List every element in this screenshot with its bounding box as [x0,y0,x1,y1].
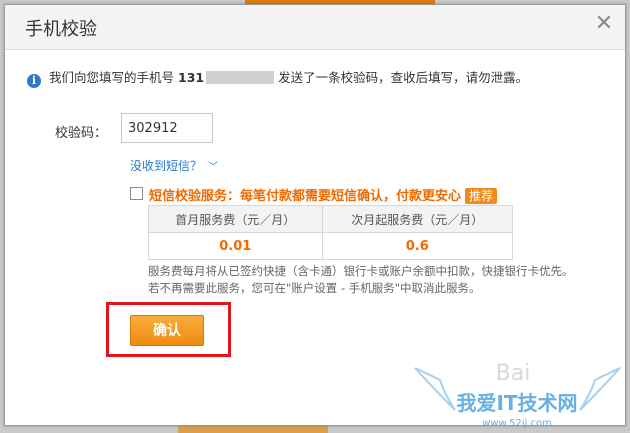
sms-service-text: 短信校验服务：每笔付款都需要短信确认，付款更安心 [149,189,462,204]
close-icon[interactable]: ✕ [593,13,615,35]
info-text-after: 发送了一条校验码，查收后填写，请勿泄露。 [278,70,529,85]
phone-prefix: 131 [178,70,205,85]
fee-value-following-months: 0.6 [321,232,514,260]
service-fee-table: 首月服务费（元／月） 次月起服务费（元／月） 0.01 0.6 [148,205,514,260]
watermark-title: 我爱IT技术网 [456,391,577,415]
info-icon: i [27,74,41,88]
dialog-header: 手机校验 ✕ [5,5,625,50]
fee-table-header-row: 首月服务费（元／月） 次月起服务费（元／月） [148,205,514,233]
masked-phone-digits [206,71,275,84]
service-description: 服务费每月将从已签约快捷（含卡通）银行卡或账户余额中扣款，快捷银行卡优先。 若不… [148,263,598,297]
info-message: i 我们向您填写的手机号 131 发送了一条校验码，查收后填写，请勿泄露。 [27,67,529,88]
confirm-button[interactable]: 确认 [130,315,204,346]
fee-header-following-months: 次月起服务费（元／月） [321,205,514,233]
dialog-title: 手机校验 [25,19,97,40]
no-sms-link[interactable]: 没收到短信？ ﹀ [130,157,218,174]
fee-table-value-row: 0.01 0.6 [148,232,514,260]
watermark: Bai 我爱IT技术网 www.52ij.com [414,361,621,429]
background-page-strip-bottom [178,426,328,433]
watermark-url: www.52ij.com [482,418,552,429]
sms-service-checkbox[interactable] [130,187,143,200]
sms-service-label: 短信校验服务：每笔付款都需要短信确认，付款更安心 推荐 [149,185,498,204]
watermark-baidu: Bai [496,361,531,386]
verification-code-label: 校验码： [55,126,108,141]
recommend-badge: 推荐 [465,188,498,204]
description-line-2: 若不再需要此服务，您可在"账户设置 - 手机服务"中取消此服务。 [148,281,481,295]
fee-value-first-month: 0.01 [148,232,323,260]
no-sms-link-label: 没收到短信？ [130,159,203,173]
verification-code-input[interactable] [121,113,213,143]
fee-header-first-month: 首月服务费（元／月） [148,205,323,233]
description-line-1: 服务费每月将从已签约快捷（含卡通）银行卡或账户余额中扣款，快捷银行卡优先。 [148,264,574,278]
info-text-before: 我们向您填写的手机号 [49,70,175,85]
chevron-down-icon: ﹀ [208,162,219,173]
